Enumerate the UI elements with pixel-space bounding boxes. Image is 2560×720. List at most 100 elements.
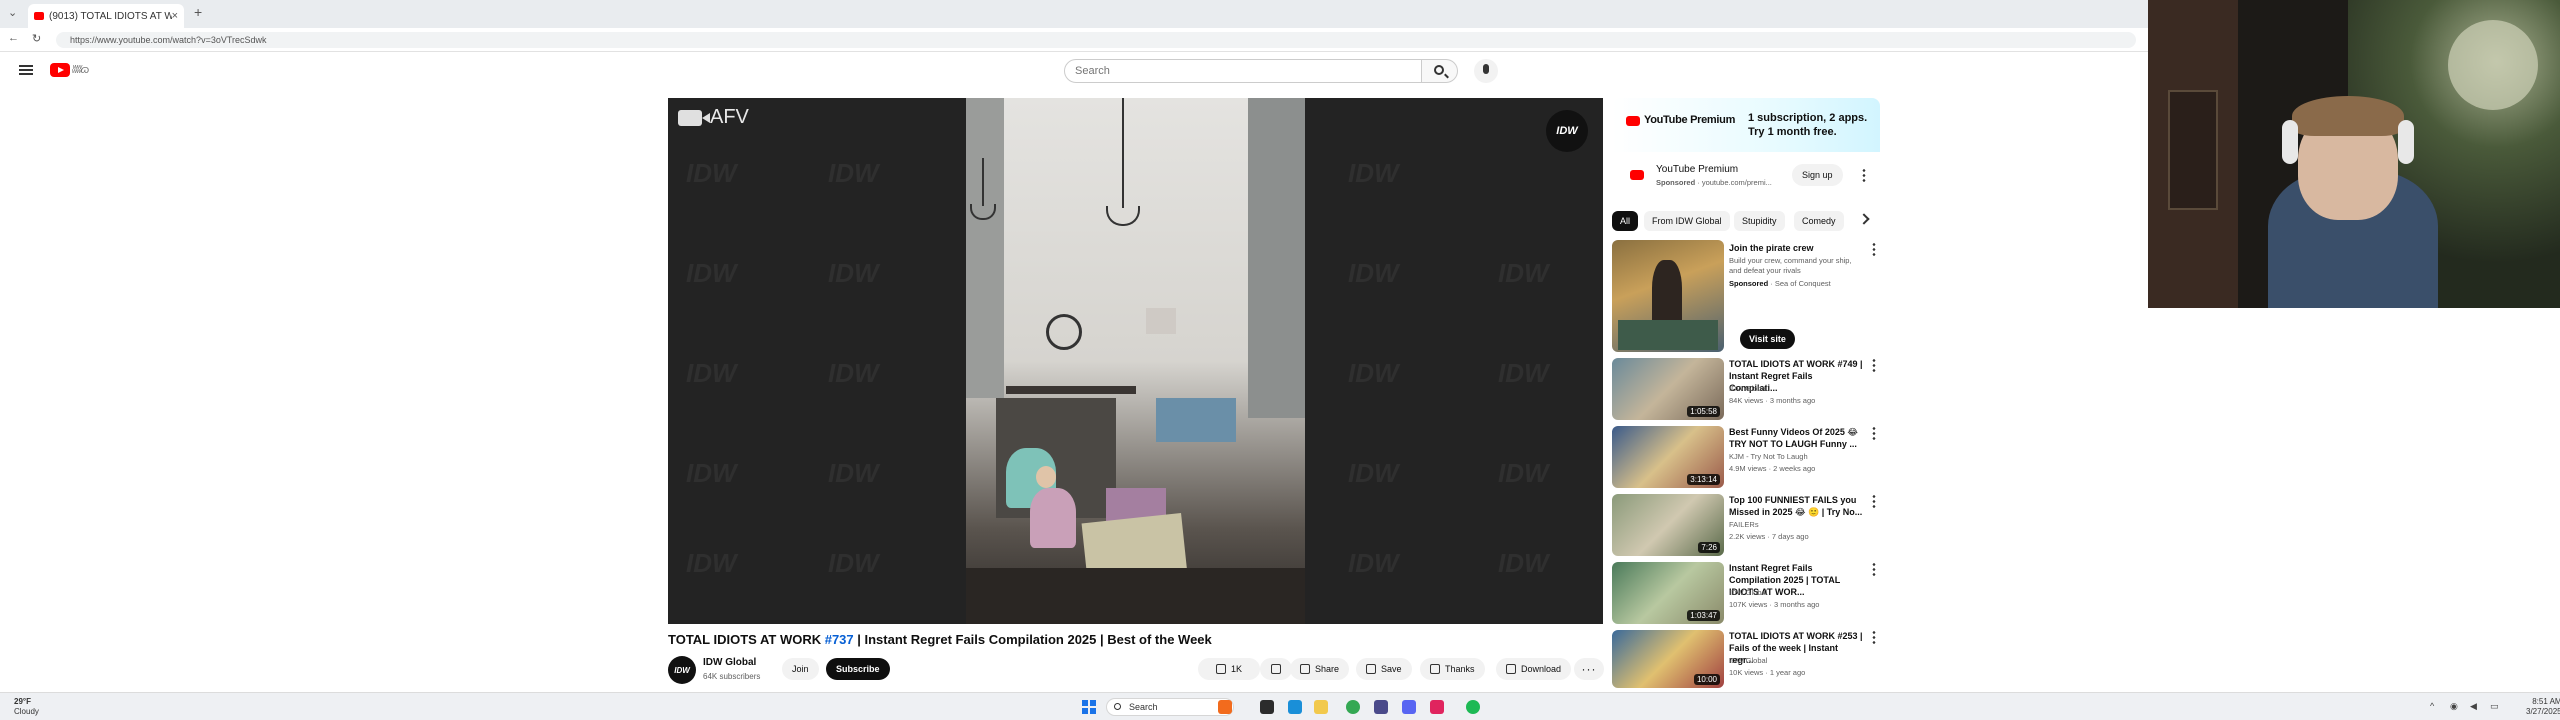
related-menu-icon[interactable] bbox=[1872, 358, 1876, 372]
video-player[interactable]: IDW IDW IDW IDW IDW IDW IDW IDW IDW IDW … bbox=[668, 98, 1603, 624]
file-explorer-icon[interactable] bbox=[1314, 700, 1328, 714]
like-count: 1K bbox=[1230, 664, 1242, 674]
related-channel[interactable]: IDW Global bbox=[1729, 384, 1767, 393]
chrome-icon[interactable] bbox=[1346, 700, 1360, 714]
tab-close-icon[interactable]: × bbox=[172, 10, 178, 22]
related-menu-icon[interactable] bbox=[1872, 630, 1876, 644]
system-clock[interactable]: 8:51 AM 3/27/2025 bbox=[2526, 697, 2560, 717]
tray-overflow-icon[interactable]: ^ bbox=[2430, 701, 2434, 711]
promo-sponsored: Sponsored · Sea of Conquest bbox=[1729, 279, 1831, 288]
related-channel[interactable]: KJM - Try Not To Laugh bbox=[1729, 452, 1808, 461]
spotify-icon[interactable] bbox=[1466, 700, 1480, 714]
app-icon[interactable] bbox=[1430, 700, 1444, 714]
related-menu-icon[interactable] bbox=[1872, 494, 1876, 508]
chip-comedy[interactable]: Comedy bbox=[1794, 211, 1844, 231]
weather-widget[interactable]: 29°F Cloudy bbox=[14, 697, 39, 717]
ad-domain: · youtube.com/premi... bbox=[1695, 178, 1772, 187]
related-title[interactable]: Best Funny Videos Of 2025 😂 TRY NOT TO L… bbox=[1729, 426, 1863, 450]
back-button[interactable]: ← bbox=[8, 32, 19, 44]
promo-menu-icon[interactable] bbox=[1872, 242, 1876, 256]
share-arrow-icon bbox=[1300, 664, 1310, 674]
related-thumbnail[interactable]: 3:13:14 bbox=[1612, 426, 1724, 488]
webcam-person-hair bbox=[2292, 96, 2404, 136]
premium-ad-banner[interactable]: YouTube Premium 1 subscription, 2 apps. … bbox=[1612, 98, 1880, 152]
weather-temp: 29°F bbox=[14, 697, 31, 706]
browser-tab-active[interactable]: (9013) TOTAL IDIOTS AT WOR × bbox=[28, 4, 184, 28]
person-center bbox=[1030, 488, 1076, 548]
duration-badge: 1:03:47 bbox=[1687, 610, 1720, 621]
hashtag-link[interactable]: #737 bbox=[825, 632, 854, 647]
related-channel[interactable]: IDW Global bbox=[1729, 588, 1767, 597]
search-input[interactable] bbox=[1064, 59, 1422, 83]
promo-sponsored-label: Sponsored bbox=[1729, 279, 1769, 288]
new-tab-button[interactable]: + bbox=[194, 4, 202, 20]
visit-site-button[interactable]: Visit site bbox=[1740, 329, 1795, 349]
chevron-right-icon[interactable] bbox=[1858, 213, 1870, 225]
like-button[interactable]: 1K bbox=[1198, 658, 1260, 680]
dislike-button[interactable] bbox=[1260, 658, 1292, 680]
related-thumbnail[interactable]: 7:26 bbox=[1612, 494, 1724, 556]
thanks-button[interactable]: Thanks bbox=[1420, 658, 1485, 680]
watermark: IDW bbox=[1348, 358, 1399, 388]
related-channel[interactable]: FAILERs bbox=[1729, 520, 1759, 529]
related-menu-icon[interactable] bbox=[1872, 426, 1876, 440]
related-menu-icon[interactable] bbox=[1872, 562, 1876, 576]
save-button[interactable]: Save bbox=[1356, 658, 1412, 680]
related-meta: 107K views · 3 months ago bbox=[1729, 600, 1820, 609]
app-icon[interactable] bbox=[1374, 700, 1388, 714]
reload-button[interactable]: ↻ bbox=[32, 32, 41, 45]
hamburger-menu-icon[interactable] bbox=[19, 65, 33, 75]
related-thumbnail[interactable]: 1:03:47 bbox=[1612, 562, 1724, 624]
download-button[interactable]: Download bbox=[1496, 658, 1572, 680]
channel-name[interactable]: IDW Global bbox=[703, 657, 756, 668]
watermark: IDW bbox=[1348, 458, 1399, 488]
promo-title[interactable]: Join the pirate crew bbox=[1729, 242, 1863, 254]
chip-from-channel[interactable]: From IDW Global bbox=[1644, 211, 1730, 231]
counter-items bbox=[1156, 398, 1236, 442]
promo-description: Build your crew, command your ship, and … bbox=[1729, 256, 1852, 275]
chip-all[interactable]: All bbox=[1612, 211, 1639, 231]
taskbar-search[interactable]: Search bbox=[1106, 698, 1234, 716]
volume-icon[interactable]: ◀ bbox=[2470, 701, 2477, 712]
related-thumbnail[interactable]: 10:00 bbox=[1612, 630, 1724, 688]
channel-watermark-badge[interactable]: IDW bbox=[1546, 110, 1588, 152]
chip-stupidity[interactable]: Stupidity bbox=[1734, 211, 1785, 231]
join-button[interactable]: Join bbox=[782, 658, 819, 680]
youtube-header: ʬʬɷ bbox=[0, 52, 2148, 92]
watermark: IDW bbox=[686, 548, 737, 578]
windows-taskbar: 29°F Cloudy Search ^ ◉ ◀ ▭ 8:51 AM 3/27/… bbox=[0, 692, 2560, 720]
watermark: IDW bbox=[1498, 548, 1549, 578]
more-actions-button[interactable]: ··· bbox=[1574, 658, 1604, 680]
battery-icon[interactable]: ▭ bbox=[2490, 701, 2499, 712]
subscribe-button[interactable]: Subscribe bbox=[826, 658, 890, 680]
youtube-doodle[interactable]: ʬʬɷ bbox=[72, 64, 89, 76]
ad-menu-icon[interactable] bbox=[1862, 168, 1866, 182]
promo-ground bbox=[1618, 320, 1718, 350]
windows-start-icon[interactable] bbox=[1082, 700, 1096, 714]
chandelier-left bbox=[982, 158, 984, 206]
taskbar-app-icon[interactable] bbox=[1218, 700, 1232, 714]
search-icon bbox=[1434, 65, 1444, 75]
chandelier-mid-arms bbox=[1106, 206, 1140, 226]
related-thumbnail[interactable]: 1:05:58 bbox=[1612, 358, 1724, 420]
channel-avatar[interactable]: IDW bbox=[668, 656, 696, 684]
thumbs-down-icon bbox=[1271, 664, 1281, 674]
edge-icon[interactable] bbox=[1288, 700, 1302, 714]
task-view-icon[interactable] bbox=[1260, 700, 1274, 714]
discord-icon[interactable] bbox=[1402, 700, 1416, 714]
search-button[interactable] bbox=[1422, 59, 1458, 83]
share-button[interactable]: Share bbox=[1290, 658, 1350, 680]
network-icon[interactable]: ◉ bbox=[2450, 701, 2458, 712]
microphone-icon bbox=[1483, 64, 1489, 74]
promo-thumbnail[interactable] bbox=[1612, 240, 1724, 352]
tab-list-dropdown[interactable]: ⌄ bbox=[8, 6, 17, 19]
browser-tab-bar: ⌄ (9013) TOTAL IDIOTS AT WOR × + bbox=[0, 0, 2148, 28]
voice-search-button[interactable] bbox=[1474, 59, 1498, 83]
url-field[interactable]: https://www.youtube.com/watch?v=3oVTrecS… bbox=[56, 32, 2136, 48]
watermark: IDW bbox=[1498, 258, 1549, 288]
youtube-logo[interactable] bbox=[50, 63, 70, 77]
watermark: IDW bbox=[828, 548, 879, 578]
related-channel[interactable]: IDW Global bbox=[1729, 656, 1767, 665]
sign-up-button[interactable]: Sign up bbox=[1792, 164, 1843, 186]
related-title[interactable]: Top 100 FUNNIEST FAILS you Missed in 202… bbox=[1729, 494, 1863, 518]
